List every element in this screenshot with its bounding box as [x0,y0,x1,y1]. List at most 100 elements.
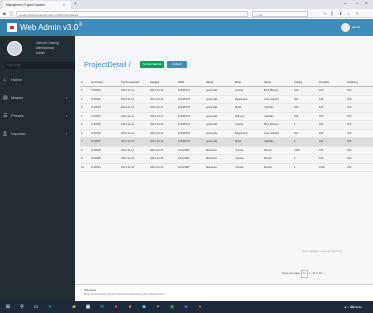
table-row[interactable]: 3 P-00003 2021-11-11 2021-10-17 110/0571P pes… [80,103,373,113]
table-cell: Gray Harden [263,129,293,138]
sidebar-toggle-icon[interactable]: ≡ [79,22,83,28]
table-cell: Anisha [234,120,263,130]
table-cell: pesimistik [205,86,234,96]
system-tray[interactable]: ▲ ♪ ⌨ ENG [344,301,362,313]
table-row[interactable]: 4 P-00004 2021-11-11 2021-10-17 110/0571P pes… [80,112,373,121]
table-cell: P-00007 [90,137,120,147]
new-tab-icon[interactable]: + [74,1,77,8]
table-cell: 2 [80,95,90,104]
table-cell: 2021-10-15 [149,95,177,104]
sidebar-item-proses[interactable]: ☰ Proses ‹ [0,107,75,125]
table-cell: Anisha [234,86,263,96]
table-row[interactable]: 6 P-00006 2021-11-11 2021-10-14 110/0571P pes… [80,129,373,138]
close-window-icon[interactable]: × [365,0,368,9]
sidebar-item-label: Proses [11,113,24,118]
table-cell: 1000 [318,163,346,172]
taskbar: ⊞ ⚲ ▭ e ▰ ▣ ✉ ● ● ◆ ▪ ◉ ◈ ● ▲ ♪ ⌨ ENG [0,301,373,313]
table-row[interactable]: 2 P-00002 2021-11-11 2021-10-15 110/0571P pes… [80,95,373,104]
maximize-icon[interactable]: ▫ [356,0,358,9]
table-cell: 110/0571P [177,95,205,104]
browser-search-input[interactable]: ⌕ Cari [252,10,308,17]
table-row[interactable]: 9 P-00009 2021-11-10 2021-10-15 1/1/4/4RP Mar… [80,154,373,164]
table-cell: 10 [80,163,90,172]
next-page-icon[interactable]: › [324,272,325,275]
rows-per-page-select[interactable]: 10 [300,270,308,278]
table-cell: 2021-11-11 [120,86,149,96]
user-avatar [7,41,22,56]
settings-icon[interactable]: ◉ [168,303,176,311]
column-header[interactable]: Finishing [346,78,373,87]
table-row[interactable]: 8 P-00008 2021-11-11 2021-10-20 1/1/4/4RP Mar… [80,146,373,155]
table-cell: Bina Mitrans [263,120,293,130]
app-icon[interactable]: ● [196,303,204,311]
sidebar-item-home[interactable]: ⌂ Home [0,71,75,89]
table-cell: monisa [234,154,263,164]
home-icon[interactable]: ⌂ [347,9,349,18]
table-cell: Edgewood [234,129,263,138]
sidebar-item-laporan[interactable]: ⎙ Laporan ‹ [0,125,75,143]
terminal-icon[interactable]: ▪ [154,303,162,311]
column-header[interactable]: Bank [234,78,263,87]
refresh-button[interactable]: Refresh [167,61,187,68]
chrome-icon[interactable]: ● [112,303,120,311]
edge-icon[interactable]: e [46,303,54,311]
info-icon[interactable]: ⓘ [9,9,14,18]
table-cell: 2021-10-14 [149,129,177,138]
table-cell: 2021-11-11 [120,112,149,121]
brand[interactable]: Web Admin v3.0 [0,19,78,36]
table-cell: P-00010 [90,163,120,172]
table-row[interactable]: 7 P-00007 2021-11-11 2021-10-15 110/0571P pes… [80,137,373,147]
header-user-name[interactable]: admin [352,19,360,36]
table-cell: 2021-11-11 [120,120,149,130]
search-icon[interactable]: ⚲ [18,303,26,311]
sidebar-item-label: Laporan [11,131,26,136]
table-cell: 2021-11-11 [120,137,149,147]
code-icon[interactable]: ◆ [140,303,148,311]
table-row[interactable]: 5 P-00005 2021-11-11 2021-10-15 110/0571P pes… [80,120,373,130]
windows-start-icon[interactable]: ⊞ [4,303,12,311]
table-cell: 110/0571P [177,120,205,130]
address-bar[interactable]: localhost/framework/index.php/ProjectDet… [16,10,248,17]
table-cell: 110/0571P [177,86,205,96]
table-cell: pesimistik [205,112,234,121]
page-range: 1 - 10 of 10 [308,272,322,275]
table-row[interactable]: 1 P-00001 2021-11-11 2021-10-15 110/0571P pes… [80,86,373,96]
table-cell: 100 [318,86,346,96]
minimize-icon[interactable]: – [344,0,347,9]
table-cell: 5 [80,120,90,130]
column-header[interactable]: Produksi [318,78,346,87]
explorer-icon[interactable]: ▰ [70,303,78,311]
vs-icon[interactable]: ◈ [182,303,190,311]
tab-title: Manajemen Project System [6,3,45,7]
download-icon[interactable]: ⬇ [339,9,342,18]
table-cell: 100 [293,86,318,96]
column-header[interactable]: Repair [205,78,234,87]
menu-icon[interactable]: ≡ [356,9,358,18]
column-header[interactable]: # [80,78,90,87]
table-cell: 2021-11-10 [120,154,149,164]
table-row[interactable]: 10 P-00010 2021-11-10 2021-10-15 1/1/4/4RP Ma… [80,163,373,172]
rows-per-page-label: Rows per page: [282,272,301,275]
column-header[interactable]: NRM [177,78,205,87]
column-header[interactable]: Cutting [293,78,318,87]
table-cell: 1 [80,86,90,96]
close-tab-icon[interactable]: × [63,1,65,9]
header-avatar[interactable] [341,23,350,32]
table-cell: Maracuie [205,154,234,164]
column-header[interactable]: Tanggal [149,78,177,87]
firefox-icon[interactable]: ● [126,303,134,311]
column-header[interactable]: Nama [263,78,293,87]
mail-icon[interactable]: ✉ [98,303,106,311]
browser-tab[interactable]: Manajemen Project System × [3,1,71,9]
column-header[interactable]: No Project [90,78,120,87]
table-cell: pesimistik [205,103,234,113]
add-material-button[interactable]: Tambah Material [140,61,164,68]
table-cell: monisa [234,146,263,155]
back-icon[interactable]: ◀ [2,9,5,18]
task-view-icon[interactable]: ▭ [32,303,40,311]
sidebar-item-master[interactable]: ▤ Master ‹ [0,89,75,107]
store-icon[interactable]: ▣ [84,303,92,311]
star-icon[interactable]: ☆ [323,9,327,18]
library-icon[interactable]: ⫼ [331,9,333,18]
column-header[interactable]: Tgl Pemesanan [120,78,149,87]
